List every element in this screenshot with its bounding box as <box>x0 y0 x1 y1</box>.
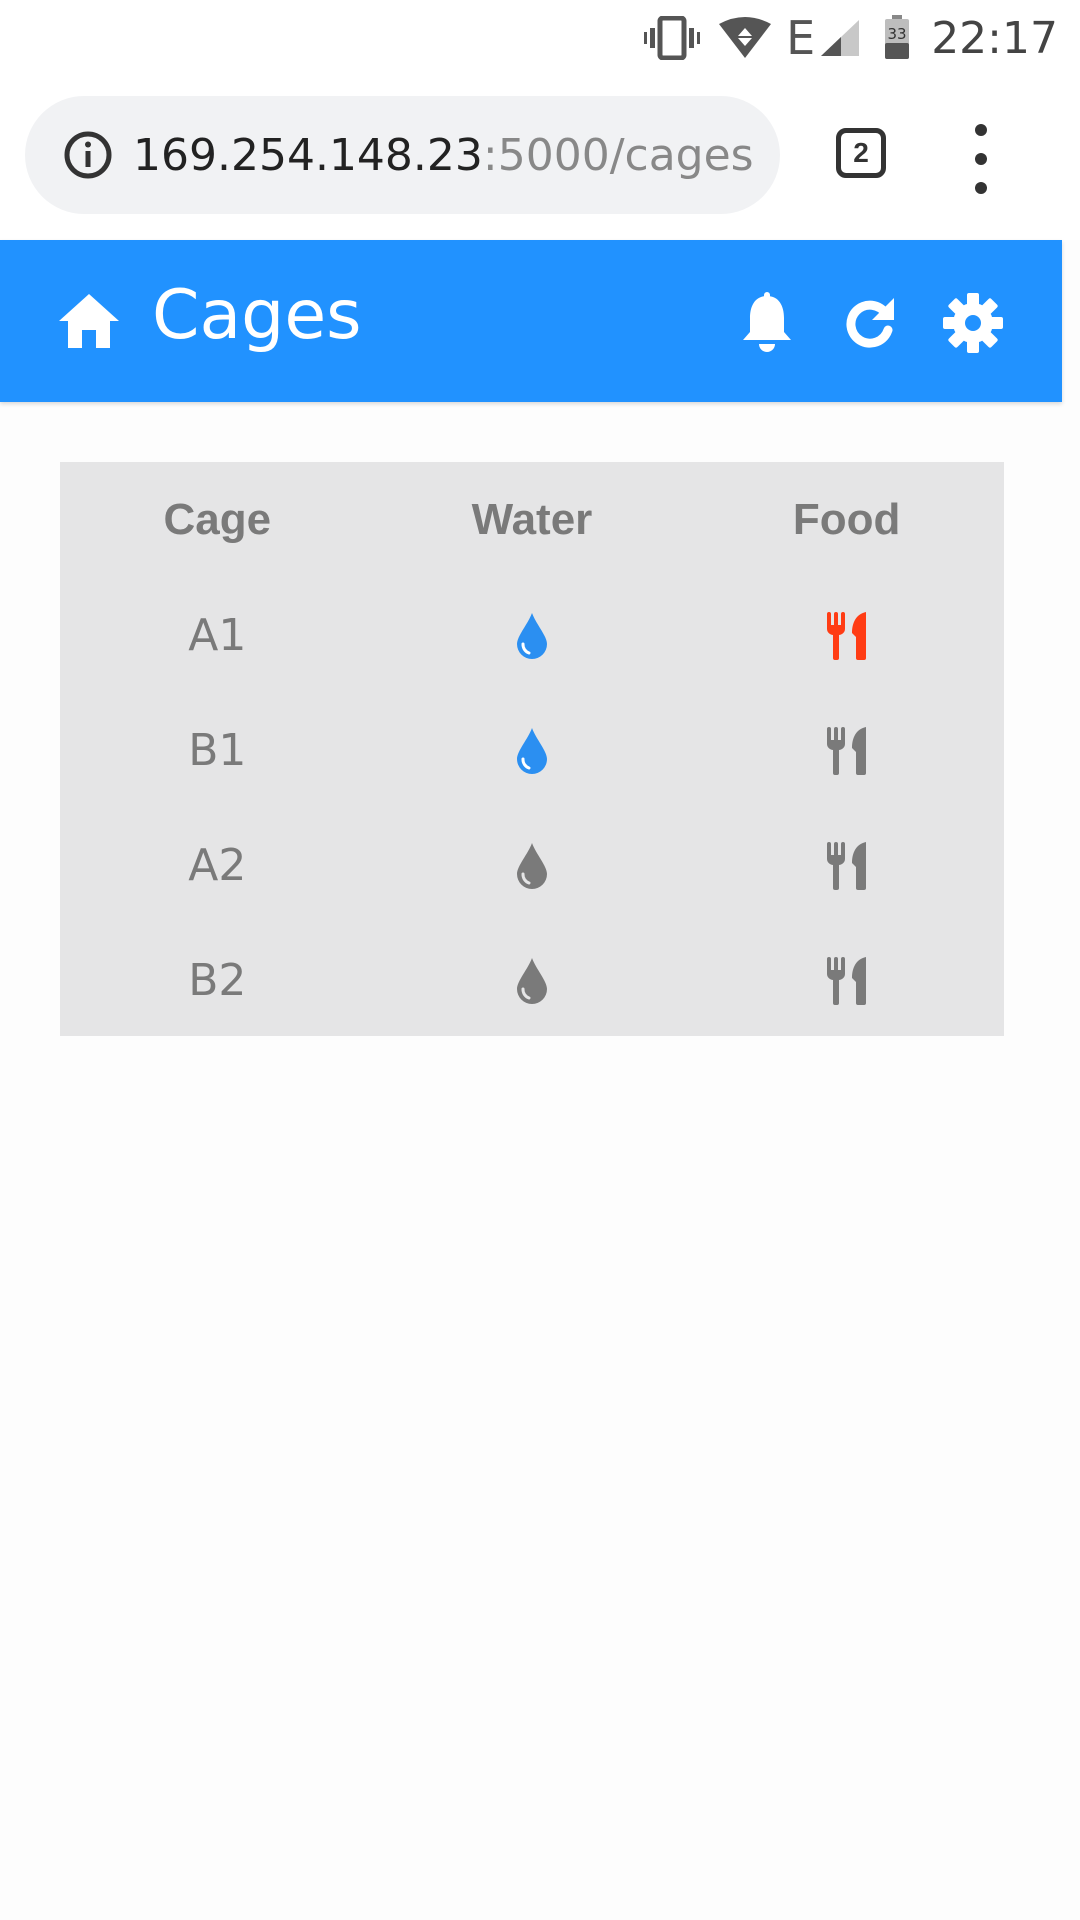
url-path: :5000/cages <box>482 129 754 181</box>
status-bar: E 33 22:17 <box>0 0 1080 80</box>
water-drop-icon <box>516 612 547 659</box>
info-icon[interactable] <box>63 130 113 180</box>
water-drop-icon <box>516 727 547 774</box>
url-host: 169.254.148.23 <box>133 129 483 181</box>
browser-toolbar: 169.254.148.23:5000/cages 2 <box>0 80 1080 240</box>
wifi-icon <box>718 16 772 60</box>
utensils-icon <box>826 611 866 660</box>
cage-name: B2 <box>188 955 247 1006</box>
food-status-cell <box>689 726 1004 776</box>
menu-dot <box>975 153 987 165</box>
water-drop-icon <box>516 957 547 1004</box>
water-status-cell <box>375 612 690 660</box>
cage-name: B1 <box>188 725 247 776</box>
column-header-food: Food <box>792 495 901 544</box>
table-row[interactable]: B2 <box>60 923 1004 1038</box>
water-status-cell <box>375 727 690 775</box>
url-text[interactable]: 169.254.148.23:5000/cages <box>133 130 754 181</box>
status-icons: E 33 22:17 <box>626 0 1058 76</box>
network-type: E <box>786 11 816 65</box>
bell-icon[interactable] <box>740 292 794 359</box>
table-row[interactable]: A1 <box>60 578 1004 693</box>
home-icon[interactable] <box>58 292 120 355</box>
battery-level: 33 <box>888 25 907 43</box>
water-status-cell <box>375 957 690 1005</box>
status-time: 22:17 <box>931 12 1058 64</box>
water-status-cell <box>375 842 690 890</box>
menu-dot <box>975 182 987 194</box>
cage-name: A1 <box>188 610 247 661</box>
utensils-icon <box>826 956 866 1005</box>
cage-name: A2 <box>188 840 247 891</box>
utensils-icon <box>826 841 866 890</box>
refresh-icon[interactable] <box>842 292 898 357</box>
gear-icon[interactable] <box>942 292 1004 359</box>
page-title: Cages <box>152 276 362 355</box>
table-row[interactable]: B1 <box>60 693 1004 808</box>
app-header: Cages <box>0 240 1062 402</box>
battery-icon: 33 <box>883 15 911 61</box>
vibrate-icon <box>644 16 701 60</box>
water-drop-icon <box>516 842 547 889</box>
food-status-cell <box>689 611 1004 661</box>
cages-table: Cage Water Food A1 B1 A2 B2 <box>60 462 1004 1036</box>
utensils-icon <box>826 726 866 775</box>
table-row[interactable]: A2 <box>60 808 1004 923</box>
column-header-water: Water <box>471 495 593 544</box>
food-status-cell <box>689 956 1004 1006</box>
tab-switcher-button[interactable]: 2 <box>836 128 886 178</box>
cell-signal-icon <box>819 18 861 58</box>
column-header-cage: Cage <box>163 495 272 544</box>
menu-dot <box>975 124 987 136</box>
browser-menu-button[interactable] <box>966 124 996 194</box>
address-bar[interactable]: 169.254.148.23:5000/cages <box>25 96 780 214</box>
table-header-row: Cage Water Food <box>60 462 1004 578</box>
food-status-cell <box>689 841 1004 891</box>
